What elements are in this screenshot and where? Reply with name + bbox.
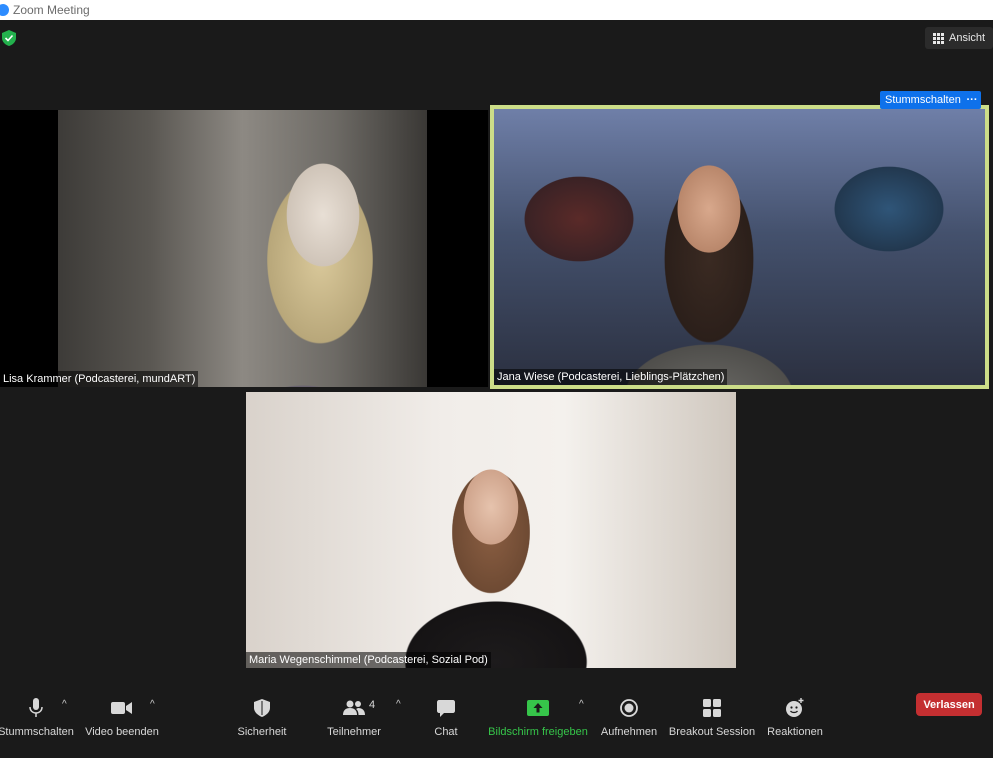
breakout-session-button[interactable]: Breakout Session	[668, 696, 756, 738]
title-bar: Zoom Meeting	[0, 0, 1000, 20]
record-icon	[620, 696, 638, 720]
reactions-button[interactable]: Reaktionen	[766, 696, 824, 738]
participants-label: Teilnehmer	[327, 726, 381, 738]
view-button[interactable]: Ansicht	[925, 27, 994, 49]
audio-options-chevron-icon[interactable]: ^	[62, 699, 67, 710]
participant-name-tag: Lisa Krammer (Podcasterei, mundART)	[0, 371, 199, 387]
video-camera-icon	[111, 696, 133, 720]
leave-meeting-button[interactable]: Verlassen	[916, 693, 982, 716]
meeting-canvas: Ansicht Lisa Krammer (Podcasterei, mundA…	[0, 20, 994, 758]
mute-label: Stummschalten	[0, 726, 74, 738]
chat-label: Chat	[434, 726, 458, 738]
participant-video	[58, 110, 427, 387]
participant-mute-button[interactable]: Stummschalten	[880, 91, 966, 109]
security-label: Sicherheit	[237, 726, 287, 738]
video-tile-lisa[interactable]: Lisa Krammer (Podcasterei, mundART)	[0, 110, 488, 387]
window-title: Zoom Meeting	[13, 3, 90, 17]
meeting-toolbar: Stummschalten ^ Video beenden ^ Sicherhe…	[0, 690, 993, 758]
smiley-reaction-icon	[785, 696, 805, 720]
share-options-chevron-icon[interactable]: ^	[579, 699, 584, 710]
reactions-label: Reaktionen	[767, 726, 823, 738]
share-screen-arrow-icon	[527, 696, 549, 720]
participants-options-chevron-icon[interactable]: ^	[396, 699, 401, 710]
stop-video-label: Video beenden	[85, 726, 159, 738]
chat-bubble-icon	[437, 696, 455, 720]
participant-video	[246, 392, 736, 668]
share-screen-button[interactable]: Bildschirm freigeben	[487, 696, 589, 738]
participants-count-badge: 4	[369, 699, 376, 711]
chat-button[interactable]: Chat	[430, 696, 462, 738]
participants-icon	[343, 696, 365, 720]
share-screen-label: Bildschirm freigeben	[488, 726, 588, 738]
record-button[interactable]: Aufnehmen	[600, 696, 658, 738]
record-label: Aufnehmen	[600, 726, 658, 738]
participant-video	[494, 109, 985, 385]
video-tile-maria[interactable]: Maria Wegenschimmel (Podcasterei, Sozial…	[246, 392, 736, 668]
shield-icon	[254, 696, 270, 720]
grid-view-icon	[933, 32, 944, 44]
window-edge	[993, 20, 1000, 758]
video-tile-jana-active-speaker[interactable]: Jana Wiese (Podcasterei, Lieblings-Plätz…	[490, 105, 989, 389]
security-button[interactable]: Sicherheit	[236, 696, 288, 738]
participant-name-tag: Jana Wiese (Podcasterei, Lieblings-Plätz…	[494, 369, 728, 385]
zoom-app-icon	[0, 4, 9, 16]
view-button-label: Ansicht	[949, 32, 986, 44]
participant-name-tag: Maria Wegenschimmel (Podcasterei, Sozial…	[246, 652, 491, 668]
stop-video-button[interactable]: Video beenden	[84, 696, 160, 738]
breakout-session-label: Breakout Session	[668, 726, 756, 738]
participant-more-options-button[interactable]: ···	[963, 91, 981, 109]
breakout-rooms-icon	[703, 696, 721, 720]
microphone-icon	[29, 696, 43, 720]
video-options-chevron-icon[interactable]: ^	[150, 699, 155, 710]
security-shield-icon[interactable]	[2, 30, 16, 46]
